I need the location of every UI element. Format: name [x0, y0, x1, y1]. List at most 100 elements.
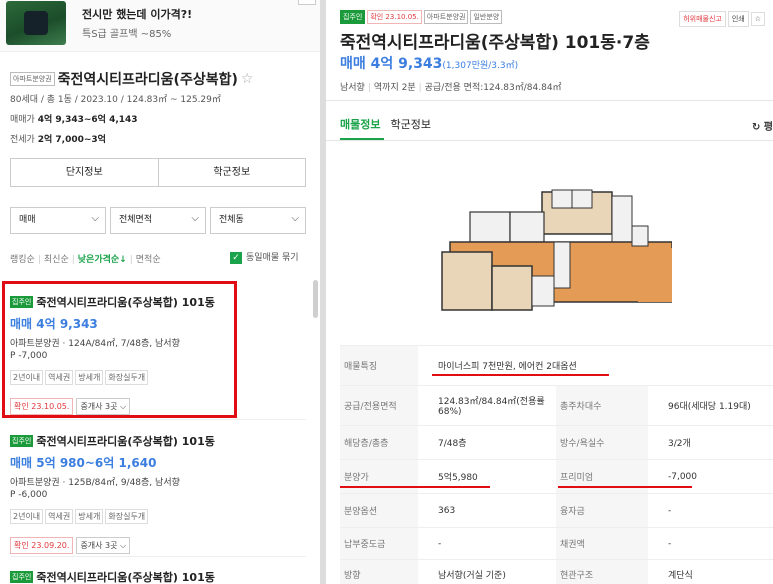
- filter-bar: 매매 전체면적 전체동: [10, 206, 306, 234]
- detail-table: 매물특징 마이너스피 7천만원, 에어컨 2대옵션 공급/전용면적 124.83…: [340, 345, 773, 584]
- row-value: 124.83㎡/84.84㎡(전용률68%): [438, 397, 545, 417]
- sort-low-price[interactable]: 낮은가격순↓: [78, 255, 127, 265]
- complex-type-tag: 아파트분양권: [10, 71, 55, 86]
- type-tag: 아파트분양권: [423, 9, 469, 24]
- print-button[interactable]: 인쇄: [727, 11, 749, 27]
- table-row: 방향 남서향(거실 기준) 현관구조 계단식: [340, 559, 773, 584]
- row-key: 프리미엄: [556, 460, 648, 493]
- row-value: 계단식: [668, 571, 693, 581]
- complex-tabs: 단지정보 학군정보: [10, 158, 306, 187]
- underline-mark: [432, 374, 609, 376]
- jeonse-price-range: 전세가 2억 7,000~3억: [10, 132, 106, 145]
- complex-meta: 80세대 / 총 1동 / 2023.10 / 124.83㎡ ~ 125.29…: [10, 95, 221, 105]
- keyword-tag: 화장실두개: [105, 509, 149, 524]
- row-key: 현관구조: [556, 560, 648, 584]
- row-key: 방수/욕실수: [556, 426, 648, 459]
- confirm-date: 확인 23.09.20.: [10, 537, 74, 554]
- keyword-tag: 2년이내: [10, 509, 44, 524]
- direction: 남서향: [340, 83, 365, 93]
- row-value: -: [668, 505, 672, 516]
- favorite-star-icon[interactable]: ☆: [241, 71, 254, 87]
- ad-title: 전시만 했는데 이가격?!: [82, 8, 193, 21]
- row-key: 분양가: [340, 460, 418, 493]
- detail-price-value: 매매 4억 9,343: [340, 56, 443, 72]
- trade-value: 4억 9,343~6억 4,143: [37, 115, 138, 125]
- close-button[interactable]: ☆: [750, 12, 765, 26]
- divider: [326, 140, 773, 141]
- row-key: 채권액: [556, 528, 648, 559]
- underline-mark: [340, 486, 490, 488]
- listing-panel: 전시만 했는데 이가격?! 특S급 골프백 ~85% 아파트분양권 죽전역시티프라…: [0, 0, 320, 584]
- sort-ranking[interactable]: 랭킹순: [10, 255, 35, 265]
- listing-item[interactable]: 집주인 죽전역시티프라디움(주상복합) 101동: [10, 566, 306, 584]
- trade-type-select[interactable]: 매매: [10, 206, 106, 234]
- row-key: 공급/전용면적: [340, 386, 418, 425]
- checkbox-checked-icon[interactable]: ✓: [230, 251, 242, 264]
- row-key: 총주차대수: [556, 386, 648, 425]
- detail-price: 매매 4억 9,343(1,307만원/3.3㎡): [340, 53, 518, 73]
- sort-latest[interactable]: 최신순: [44, 255, 69, 265]
- listing-item[interactable]: 집주인 죽전역시티프라디움(주상복합) 101동 매매 5억 980~6억 1,6…: [10, 430, 306, 554]
- highlight-box: [2, 281, 237, 418]
- owner-badge: 집주인: [10, 570, 34, 583]
- sort-area[interactable]: 면적순: [136, 255, 161, 265]
- divider: [10, 419, 306, 420]
- ad-banner[interactable]: 전시만 했는데 이가격?! 특S급 골프백 ~85%: [0, 0, 320, 52]
- floor-plan-image[interactable]: [432, 186, 672, 328]
- trade-price-range: 매매가 4억 9,343~6억 4,143: [10, 112, 138, 125]
- tab-school-info[interactable]: 학군정보: [390, 118, 430, 131]
- school-info-button[interactable]: 학군정보: [157, 159, 306, 186]
- row-value: -: [438, 538, 442, 549]
- owner-badge: 집주인: [10, 434, 34, 447]
- table-row: 분양가 5억5,980 프리미엄 -7,000: [340, 459, 773, 493]
- detail-tabs: 매물정보 학군정보: [340, 116, 441, 132]
- kind-tag: 일반분양: [470, 9, 503, 24]
- row-value: 5억5,980: [438, 473, 478, 483]
- group-same-listings[interactable]: ✓ 동일매물 묶기: [230, 250, 299, 264]
- listing-premium: P -6,000: [10, 490, 48, 500]
- divider: [326, 100, 773, 101]
- listing-desc: 아파트분양권 · 125B/84㎡, 9/48층, 남서향: [10, 478, 180, 488]
- refresh-button[interactable]: ↻ 평: [752, 118, 773, 133]
- row-value: -: [668, 538, 672, 549]
- row-value: 남서향(거실 기준): [438, 571, 506, 581]
- jeonse-label: 전세가: [10, 135, 35, 145]
- row-key: 방향: [340, 560, 418, 584]
- row-value: 96대(세대당 1.19대): [668, 402, 751, 412]
- row-key: 매물특징: [340, 346, 418, 385]
- scrollbar[interactable]: [313, 280, 318, 318]
- complex-name: 죽전역시티프라디움(주상복합): [57, 71, 238, 88]
- keyword-tag: 방세개: [75, 509, 104, 524]
- underline-mark: [558, 486, 692, 488]
- listing-name: 죽전역시티프라디움(주상복합) 101동: [36, 434, 215, 448]
- detail-panel: 집주인 확인 23.10.05. 아파트분양권 일반분양 허위매물신고 인쇄 ☆ 죽전역시…: [326, 0, 773, 584]
- row-value: 363: [438, 505, 456, 516]
- report-button[interactable]: 허위매물신고: [679, 11, 726, 27]
- row-value: 마이너스피 7천만원, 에어컨 2대옵션: [438, 362, 577, 372]
- listing-name: 죽전역시티프라디움(주상복합) 101동: [36, 570, 215, 584]
- row-value: 7/48층: [438, 439, 467, 449]
- table-row: 해당층/총층 7/48층 방수/욕실수 3/2개: [340, 425, 773, 459]
- area-summary: 공급/전용 면적:124.83㎡/84.84㎡: [424, 83, 562, 93]
- detail-title: 죽전역시티프라디움(주상복합) 101동·7층: [340, 33, 650, 53]
- price-per-unit: (1,307만원/3.3㎡): [442, 61, 519, 71]
- ad-close-tab[interactable]: [298, 0, 316, 5]
- ad-thumbnail: [6, 1, 66, 45]
- table-row: 납부중도금 - 채권액 -: [340, 527, 773, 559]
- complex-info-button[interactable]: 단지정보: [11, 159, 158, 186]
- area-select[interactable]: 전체면적: [110, 206, 206, 234]
- jeonse-value: 2억 7,000~3억: [37, 135, 106, 145]
- confirm-tag: 확인 23.10.05.: [367, 9, 422, 24]
- row-value: -7,000: [668, 471, 698, 482]
- row-key: 융자금: [556, 494, 648, 527]
- ad-subtitle: 특S급 골프백 ~85%: [82, 29, 172, 40]
- building-select[interactable]: 전체동: [210, 206, 306, 234]
- agent-count-button[interactable]: 중개사 3곳 ⌵: [76, 537, 131, 554]
- row-key: 해당층/총층: [340, 426, 418, 459]
- owner-badge: 집주인: [340, 9, 366, 24]
- station-distance: 역까지 2분: [373, 83, 416, 93]
- tab-listing-info[interactable]: 매물정보: [340, 118, 380, 131]
- table-row: 매물특징 마이너스피 7천만원, 에어컨 2대옵션: [340, 345, 773, 385]
- divider: [10, 556, 306, 557]
- listing-keywords: 2년이내 역세권 방세개 화장실두개: [10, 504, 306, 524]
